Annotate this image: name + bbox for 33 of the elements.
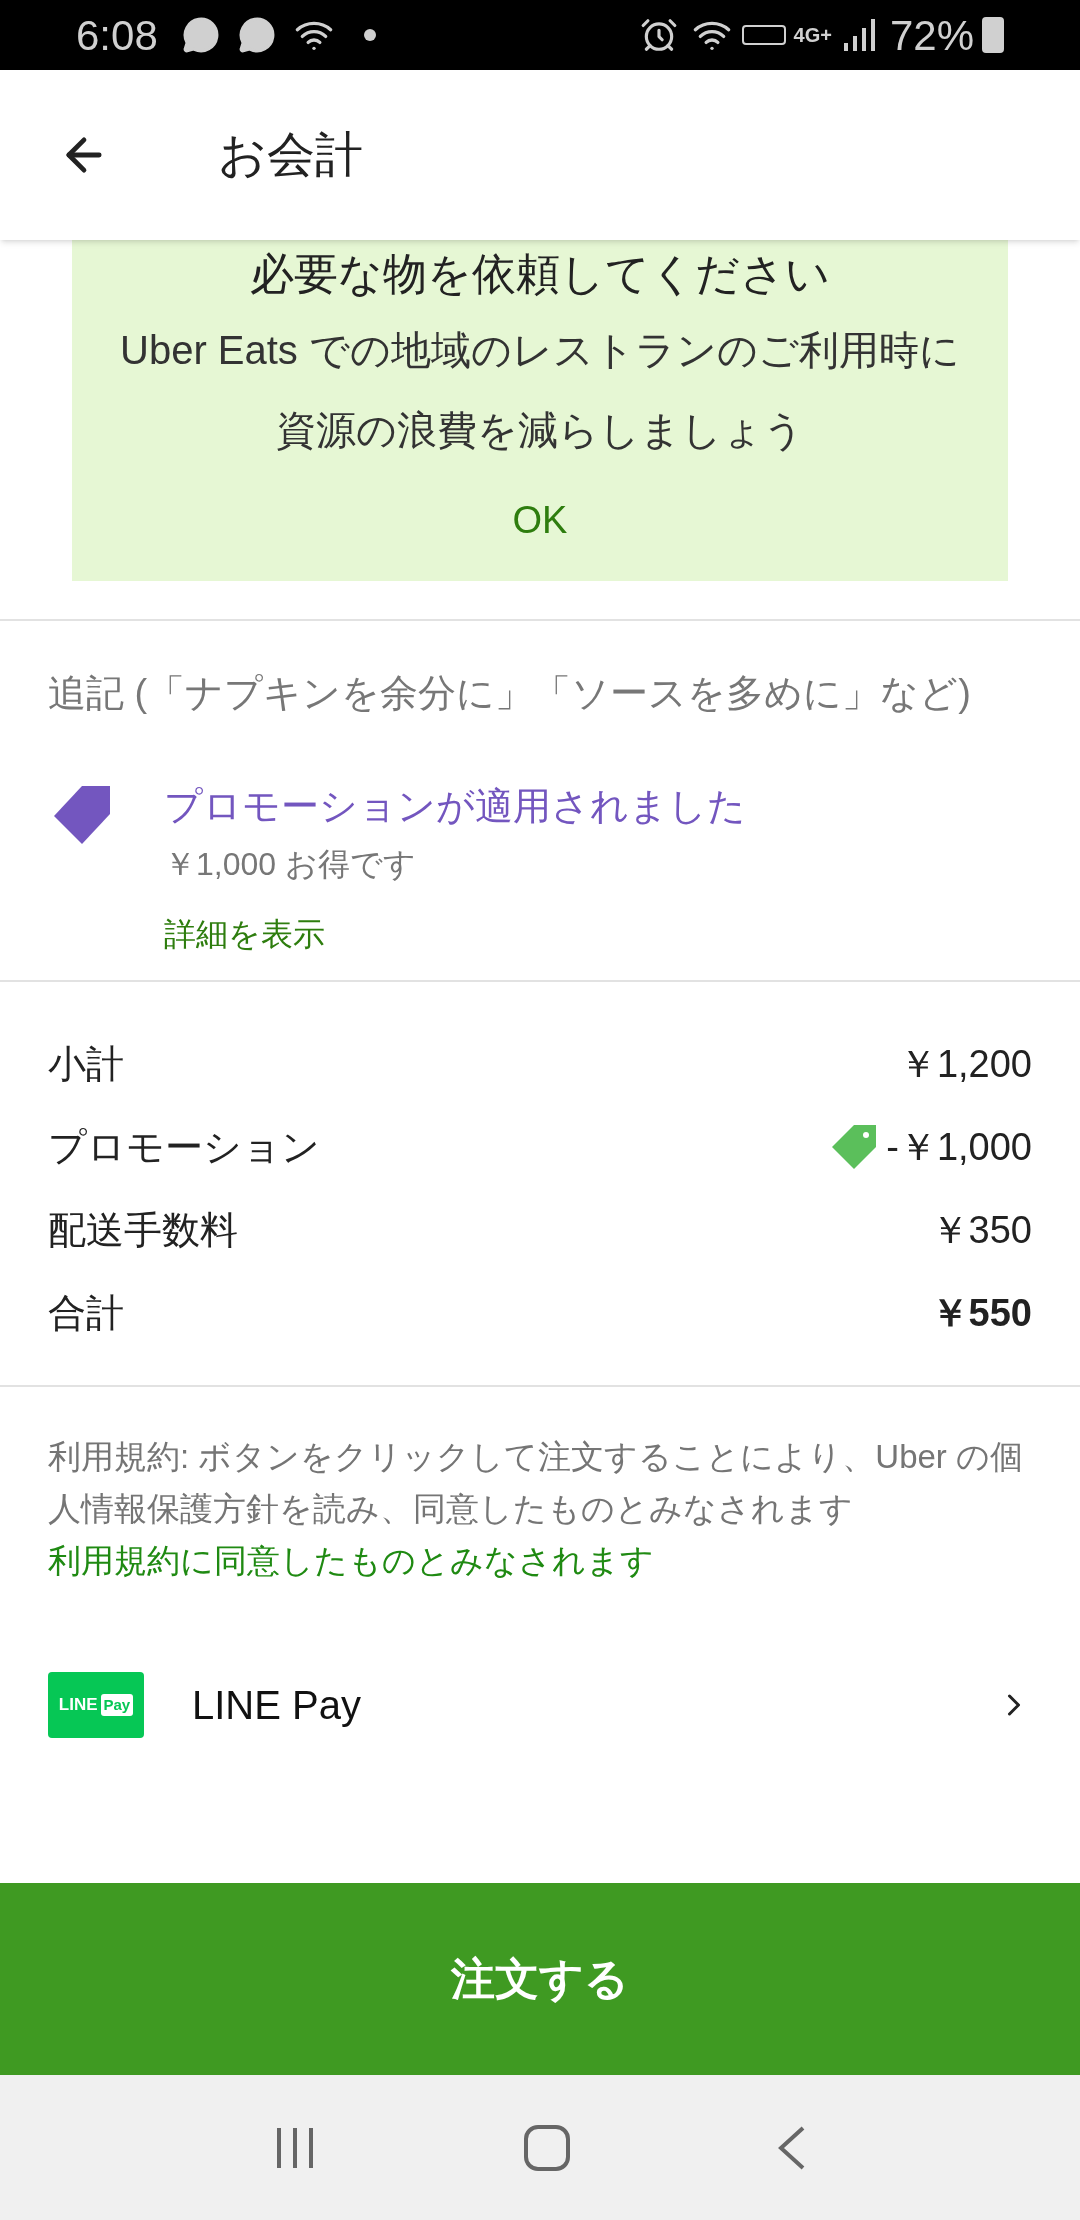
summary-label: 合計 bbox=[48, 1290, 125, 1336]
battery-icon bbox=[982, 17, 1004, 53]
back-icon[interactable] bbox=[776, 2125, 807, 2170]
details-link[interactable]: 詳細を表示 bbox=[164, 906, 325, 962]
banner-title: 必要な物を依頼してください bbox=[250, 248, 830, 300]
summary-value: ￥550 bbox=[930, 1290, 1032, 1336]
home-icon[interactable] bbox=[524, 2124, 570, 2171]
status-time: 6:08 bbox=[76, 10, 158, 61]
page-title: お会計 bbox=[218, 127, 363, 183]
tag-icon bbox=[832, 1125, 877, 1169]
chat-bubble-icon bbox=[237, 16, 276, 54]
chat-bubble-icon bbox=[181, 16, 220, 54]
summary-value: ￥350 bbox=[930, 1207, 1032, 1253]
promotion-title: プロモーションが適用されました bbox=[164, 784, 746, 829]
alarm-icon bbox=[639, 16, 678, 54]
summary-value: -￥1,000 bbox=[886, 1124, 1032, 1170]
signal-icon bbox=[843, 19, 876, 51]
summary-label: プロモーション bbox=[48, 1124, 321, 1170]
network-type: 4G+ bbox=[793, 23, 832, 48]
notes-field[interactable]: 追記 (「ナプキンを余分に」「ソースを多めに」など) bbox=[0, 621, 1080, 758]
terms-text: 利用規約: ボタンをクリックして注文することにより、Uber の個人情報保護方針を読み、同意したものとみなされます 利用規約に同意したものとみなされます bbox=[47, 1437, 1025, 1581]
terms-link[interactable]: 利用規約に同意したものとみなされます bbox=[48, 1542, 654, 1579]
promotion-savings: ￥1,000 お得です bbox=[164, 845, 417, 884]
battery-percent: 72% bbox=[889, 10, 974, 61]
summary-label: 小計 bbox=[48, 1041, 125, 1087]
summary-value: ￥1,200 bbox=[898, 1041, 1032, 1087]
line-pay-logo: LINE Pay bbox=[48, 1672, 144, 1738]
banner-message: Uber Eats での地域のレストランのご利用時に資源の浪費を減らしましょう bbox=[119, 327, 961, 454]
payment-method-row[interactable]: LINE Pay LINE Pay bbox=[0, 1645, 1080, 1765]
tag-icon bbox=[52, 786, 112, 846]
summary-label: 配送手数料 bbox=[48, 1207, 239, 1253]
order-button[interactable]: 注文する bbox=[0, 1883, 1080, 2075]
ok-button[interactable]: OK bbox=[496, 484, 584, 557]
